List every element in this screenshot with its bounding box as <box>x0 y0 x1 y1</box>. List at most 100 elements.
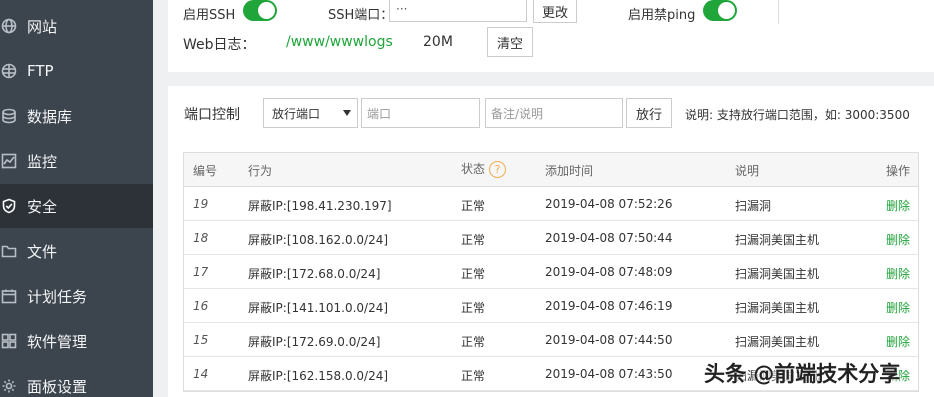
sidebar-item-label: 网站 <box>27 17 58 36</box>
sidebar-item-software[interactable]: 软件管理 <box>0 319 153 363</box>
row-remark: 扫漏洞美国主机 <box>735 267 820 281</box>
sidebar-item-files[interactable]: 文件 <box>0 229 153 273</box>
row-action: 屏蔽IP:[141.101.0.0/24] <box>248 301 389 315</box>
header-time: 添加时间 <box>545 164 594 178</box>
sidebar-item-label: 计划任务 <box>27 287 88 306</box>
ssh-settings-panel: 启用SSH SSH端口： ··· 更改 启用禁ping Web日志： /www/… <box>168 0 934 72</box>
row-id: 18 <box>193 231 209 245</box>
row-action: 屏蔽IP:[172.68.0.0/24] <box>248 267 381 281</box>
row-status: 正常 <box>461 233 486 247</box>
row-action: 屏蔽IP:[198.41.230.197] <box>248 199 392 213</box>
ssh-port-label: SSH端口： <box>328 8 394 23</box>
table-header: 编号 行为 状态? 添加时间 说明 操作 <box>184 153 918 187</box>
header-remark: 说明 <box>735 164 760 178</box>
help-icon[interactable]: ? <box>489 161 507 178</box>
port-input[interactable]: 端口 <box>361 98 480 128</box>
header-op: 操作 <box>886 164 911 178</box>
watermark: 头条 @前端技术分享 <box>704 362 901 386</box>
row-id: 14 <box>193 367 209 381</box>
sidebar-item-cron[interactable]: 计划任务 <box>0 274 153 318</box>
header-id: 编号 <box>193 164 218 178</box>
header-action: 行为 <box>248 164 273 178</box>
row-action: 屏蔽IP:[162.158.0.0/24] <box>248 369 389 383</box>
shield-icon <box>0 197 18 215</box>
web-log-label: Web日志： <box>183 37 256 53</box>
sidebar-item-security[interactable]: 安全 <box>0 184 153 228</box>
delete-link[interactable]: 删除 <box>886 333 910 350</box>
calendar-icon <box>0 287 18 305</box>
monitor-icon <box>0 152 18 170</box>
sidebar-item-label: 软件管理 <box>27 332 88 351</box>
allow-port-button[interactable]: 放行 <box>626 98 672 128</box>
row-time: 2019-04-08 07:52:26 <box>545 197 673 211</box>
row-action: 屏蔽IP:[108.162.0.0/24] <box>248 233 389 247</box>
sidebar-item-label: 数据库 <box>27 107 73 126</box>
ping-toggle[interactable] <box>703 0 737 21</box>
row-time: 2019-04-08 07:50:44 <box>545 231 673 245</box>
row-action: 屏蔽IP:[172.69.0.0/24] <box>248 335 381 349</box>
row-status: 正常 <box>461 369 486 383</box>
port-range-hint: 说明: 支持放行端口范围，如: 3000:3500 <box>685 108 910 122</box>
row-remark: 扫漏洞美国主机 <box>735 335 820 349</box>
globe-icon <box>0 17 18 35</box>
sidebar: 网站 FTP 数据库 监控 安全 文件 计划任务 软件管理 面板设置 <box>0 0 153 397</box>
chevron-down-icon <box>343 110 351 116</box>
sidebar-item-ftp[interactable]: FTP <box>0 49 153 93</box>
row-time: 2019-04-08 07:46:19 <box>545 299 673 313</box>
sidebar-item-label: 面板设置 <box>27 377 88 396</box>
web-log-path: /www/wwwlogs <box>286 34 393 50</box>
row-status: 正常 <box>461 267 486 281</box>
port-control-title: 端口控制 <box>184 107 240 123</box>
web-log-size: 20M <box>423 34 453 50</box>
change-port-button[interactable]: 更改 <box>533 0 577 23</box>
divider <box>778 0 779 24</box>
sidebar-item-label: FTP <box>27 62 54 80</box>
remark-input[interactable]: 备注/说明 <box>485 98 623 128</box>
select-value: 放行端口 <box>272 107 321 121</box>
sidebar-item-label: 安全 <box>27 197 58 216</box>
port-action-select[interactable]: 放行端口 <box>263 98 358 128</box>
grid-icon <box>0 332 18 350</box>
row-remark: 扫漏洞美国主机 <box>735 233 820 247</box>
row-id: 19 <box>193 197 209 211</box>
table-row: 17 屏蔽IP:[172.68.0.0/24] 正常 2019-04-08 07… <box>184 255 918 289</box>
row-time: 2019-04-08 07:48:09 <box>545 265 673 279</box>
ssh-label: 启用SSH <box>183 8 236 23</box>
ssh-toggle[interactable] <box>243 0 277 21</box>
sidebar-item-database[interactable]: 数据库 <box>0 94 153 138</box>
row-id: 15 <box>193 333 209 347</box>
delete-link[interactable]: 删除 <box>886 299 910 316</box>
ftp-globe-icon <box>0 62 18 80</box>
sidebar-item-monitor[interactable]: 监控 <box>0 139 153 183</box>
header-status-label: 状态 <box>461 162 486 176</box>
row-time: 2019-04-08 07:43:50 <box>545 367 673 381</box>
row-status: 正常 <box>461 301 486 315</box>
delete-link[interactable]: 删除 <box>886 197 910 214</box>
table-row: 15 屏蔽IP:[172.69.0.0/24] 正常 2019-04-08 07… <box>184 323 918 357</box>
ping-label: 启用禁ping <box>628 8 696 23</box>
row-id: 17 <box>193 265 209 279</box>
table-row: 18 屏蔽IP:[108.162.0.0/24] 正常 2019-04-08 0… <box>184 221 918 255</box>
row-remark: 扫漏洞 <box>735 199 772 213</box>
database-icon <box>0 107 18 125</box>
sidebar-item-panel-settings[interactable]: 面板设置 <box>0 364 153 397</box>
sidebar-item-label: 监控 <box>27 152 58 171</box>
row-id: 16 <box>193 299 209 313</box>
delete-link[interactable]: 删除 <box>886 231 910 248</box>
table-row: 16 屏蔽IP:[141.101.0.0/24] 正常 2019-04-08 0… <box>184 289 918 323</box>
gear-icon <box>0 377 18 395</box>
table-row: 19 屏蔽IP:[198.41.230.197] 正常 2019-04-08 0… <box>184 187 918 221</box>
row-time: 2019-04-08 07:44:50 <box>545 333 673 347</box>
sidebar-item-label: 文件 <box>27 242 58 261</box>
sidebar-item-website[interactable]: 网站 <box>0 4 153 48</box>
firewall-rules-table: 编号 行为 状态? 添加时间 说明 操作 19 屏蔽IP:[198.41.230… <box>183 152 919 392</box>
row-status: 正常 <box>461 199 486 213</box>
row-status: 正常 <box>461 335 486 349</box>
folder-icon <box>0 242 18 260</box>
row-remark: 扫漏洞美国主机 <box>735 301 820 315</box>
delete-link[interactable]: 删除 <box>886 265 910 282</box>
header-status: 状态? <box>461 160 507 178</box>
port-control-panel: 端口控制 放行端口 端口 备注/说明 放行 说明: 支持放行端口范围，如: 30… <box>168 86 934 397</box>
ssh-port-input[interactable]: ··· <box>389 0 527 22</box>
clear-logs-button[interactable]: 清空 <box>487 27 533 57</box>
